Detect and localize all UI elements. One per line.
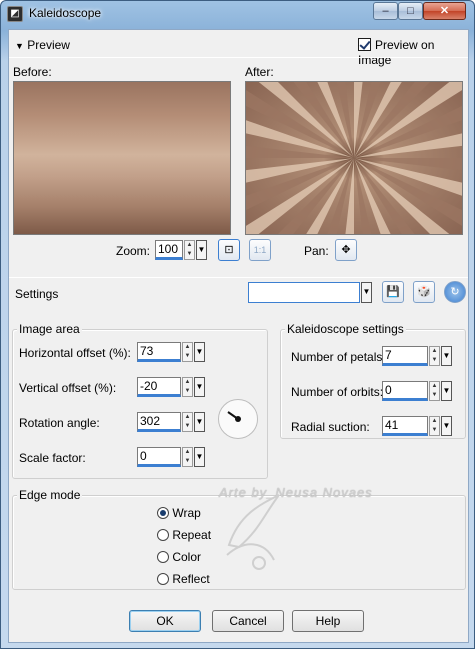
title-bar[interactable]: ◩ Kaleidoscope – □ ✕: [1, 1, 474, 27]
value-slider-fill[interactable]: [138, 394, 155, 397]
preset-dropdown[interactable]: ▼: [361, 282, 372, 303]
value-slider-fill[interactable]: [383, 363, 387, 366]
edge-mode-option-label: Reflect: [172, 571, 210, 586]
zoom-dropdown[interactable]: ▼: [196, 240, 207, 260]
setting-input[interactable]: 7: [382, 346, 428, 366]
rotation-dial[interactable]: [218, 399, 258, 439]
value-slider-fill[interactable]: [383, 433, 405, 436]
edge-mode-option[interactable]: Reflect: [157, 571, 210, 586]
triangle-down-icon: ▼: [15, 41, 24, 51]
edge-mode-option[interactable]: Wrap: [157, 505, 201, 520]
edge-mode-option-label: Color: [172, 549, 202, 564]
kaleidoscope-app-icon: ◩: [7, 6, 23, 22]
zoom-spinner[interactable]: ▲ ▼: [184, 240, 195, 260]
setting-label: Number of orbits:: [291, 385, 384, 399]
before-label: Before:: [13, 65, 52, 79]
rotation-needle-icon: [227, 411, 241, 422]
save-preset-icon[interactable]: 💾: [382, 281, 404, 303]
kaleidoscope-dialog: ◩ Kaleidoscope – □ ✕ ▼ Preview Preview o…: [0, 0, 475, 649]
setting-spinner[interactable]: ▲ ▼: [182, 447, 193, 467]
randomize-icon[interactable]: 🎲: [413, 281, 435, 303]
edge-mode-option-label: Wrap: [172, 505, 201, 520]
preview-label: Preview: [27, 38, 70, 52]
edge-mode-option-label: Repeat: [172, 527, 212, 542]
pan-label: Pan:: [304, 244, 329, 258]
window-title: Kaleidoscope: [29, 6, 102, 20]
preview-toggle[interactable]: ▼ Preview: [15, 38, 70, 52]
minimize-button[interactable]: –: [373, 2, 398, 20]
setting-label: Radial suction:: [291, 420, 370, 434]
setting-label: Vertical offset (%):: [19, 381, 117, 395]
radio-button[interactable]: [157, 528, 169, 541]
checkbox-checked-icon[interactable]: [358, 38, 371, 52]
reset-icon[interactable]: ↻: [444, 281, 466, 303]
radio-button[interactable]: [157, 506, 169, 519]
close-button[interactable]: ✕: [423, 2, 466, 20]
setting-label: Scale factor:: [19, 451, 86, 465]
kaleidoscope-preview-image: [246, 82, 462, 234]
setting-spinner[interactable]: ▲ ▼: [182, 377, 193, 397]
fit-icon[interactable]: ⊡: [218, 239, 240, 261]
setting-dropdown[interactable]: ▼: [194, 377, 205, 397]
radio-button[interactable]: [157, 572, 169, 585]
edge-mode-option[interactable]: Color: [157, 549, 201, 564]
after-label: After:: [245, 65, 274, 79]
dialog-body: ▼ Preview Preview on Image Before: After…: [8, 29, 469, 643]
setting-spinner[interactable]: ▲ ▼: [429, 346, 440, 366]
value-slider-fill[interactable]: [138, 429, 173, 432]
setting-spinner[interactable]: ▲ ▼: [182, 412, 193, 432]
setting-input[interactable]: 0: [382, 381, 428, 401]
zoom-label: Zoom:: [116, 244, 151, 258]
image-area-title: Image area: [17, 322, 82, 336]
after-preview[interactable]: [245, 81, 463, 235]
butterfly-watermark-icon: [226, 494, 280, 570]
edge-mode-option[interactable]: Repeat: [157, 527, 211, 542]
preset-combo[interactable]: [248, 282, 360, 303]
setting-label: Number of petals:: [291, 350, 386, 364]
setting-dropdown[interactable]: ▼: [194, 342, 205, 362]
preview-on-image-checkbox[interactable]: Preview on Image: [358, 37, 468, 67]
ok-button[interactable]: OK: [129, 610, 201, 632]
radio-button[interactable]: [157, 550, 169, 563]
setting-spinner[interactable]: ▲ ▼: [429, 381, 440, 401]
setting-dropdown[interactable]: ▼: [194, 447, 205, 467]
help-button[interactable]: Help: [292, 610, 364, 632]
setting-dropdown[interactable]: ▼: [441, 381, 452, 401]
value-slider-fill[interactable]: [138, 464, 159, 467]
zoom-input[interactable]: 100: [155, 240, 183, 260]
edge-mode-title: Edge mode: [17, 488, 83, 502]
cancel-button[interactable]: Cancel: [212, 610, 284, 632]
setting-label: Horizontal offset (%):: [19, 346, 131, 360]
pan-move-icon[interactable]: ✥: [335, 239, 357, 261]
setting-spinner[interactable]: ▲ ▼: [182, 342, 193, 362]
setting-dropdown[interactable]: ▼: [441, 416, 452, 436]
setting-dropdown[interactable]: ▼: [441, 346, 452, 366]
before-preview[interactable]: [13, 81, 231, 235]
setting-dropdown[interactable]: ▼: [194, 412, 205, 432]
actual-size-button[interactable]: 1:1: [249, 239, 271, 261]
divider: [9, 277, 468, 278]
setting-label: Rotation angle:: [19, 416, 100, 430]
divider: [9, 57, 468, 58]
setting-spinner[interactable]: ▲ ▼: [429, 416, 440, 436]
kaleidoscope-settings-title: Kaleidoscope settings: [285, 322, 406, 336]
value-slider-fill[interactable]: [138, 359, 174, 362]
settings-label: Settings: [15, 287, 59, 301]
maximize-button[interactable]: □: [398, 2, 423, 20]
